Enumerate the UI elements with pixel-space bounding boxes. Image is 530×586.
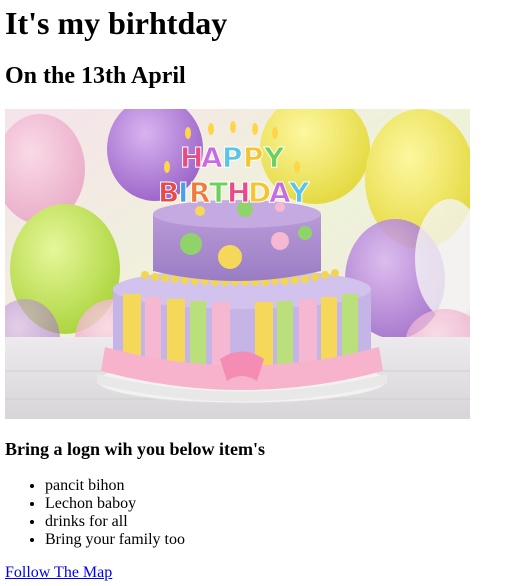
svg-text:Y: Y: [263, 141, 285, 174]
page-subtitle: On the 13th April: [5, 63, 186, 89]
page-title: It's my birhtday: [5, 5, 228, 41]
birthday-cake-image: H A P P Y B I R T H D A Y: [5, 109, 470, 419]
svg-text:A: A: [201, 141, 223, 174]
list-heading: Bring a logn wih you below item's: [5, 439, 266, 459]
items-list: pancit bihon Lechon baboy drinks for all…: [5, 477, 530, 549]
svg-text:B: B: [158, 176, 179, 209]
list-item: Bring your family too: [45, 531, 530, 549]
list-item: Lechon baboy: [45, 495, 530, 513]
svg-text:H: H: [180, 141, 203, 174]
svg-text:I: I: [178, 176, 188, 209]
svg-text:R: R: [189, 176, 211, 209]
list-item: drinks for all: [45, 513, 530, 531]
svg-text:Y: Y: [288, 176, 310, 209]
list-item: pancit bihon: [45, 477, 530, 495]
svg-text:T: T: [209, 176, 228, 209]
svg-text:P: P: [243, 141, 264, 174]
follow-map-link[interactable]: Follow The Map: [5, 564, 112, 582]
page-content: It's my birhtday On the 13th April H A P…: [0, 0, 530, 582]
svg-text:A: A: [269, 176, 291, 209]
svg-text:P: P: [222, 141, 243, 174]
svg-text:H: H: [227, 176, 250, 209]
svg-text:D: D: [248, 176, 271, 209]
